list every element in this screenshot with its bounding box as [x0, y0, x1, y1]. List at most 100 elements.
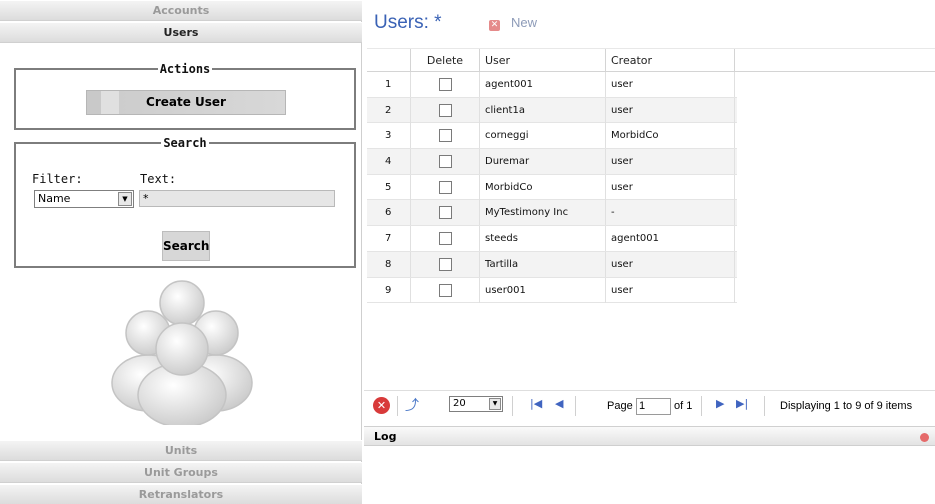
creator-cell: user [606, 251, 735, 277]
delete-checkbox[interactable] [439, 206, 452, 220]
pager-toolbar: ✕ ⤴ 20 ▼ |◀ ◀ Page 1 of 1 ▶ ▶| Displayin… [364, 390, 935, 420]
table-row[interactable]: 6 MyTestimony Inc - [367, 200, 737, 227]
row-number: 5 [367, 174, 411, 200]
last-page-icon[interactable]: ▶| [736, 397, 748, 410]
delete-cell [411, 72, 480, 97]
grid-body: 1 agent001 user 2 client1a user 3 corneggi Morbi… [367, 72, 737, 304]
first-page-icon[interactable]: |◀ [530, 397, 542, 410]
splitter-handle[interactable] [364, 421, 935, 425]
delete-checkbox[interactable] [439, 257, 452, 271]
delete-icon[interactable]: ✕ [373, 397, 390, 414]
delete-cell [411, 277, 480, 303]
title-bar: Users: * ✕ New [364, 0, 935, 47]
row-number: 9 [367, 277, 411, 303]
row-number: 8 [367, 251, 411, 277]
left-panel: Accounts Users Actions Create User Searc… [0, 0, 362, 504]
separator [397, 396, 398, 416]
accordion-unit-groups[interactable]: Unit Groups [0, 462, 362, 483]
separator [701, 396, 702, 416]
creator-cell: user [606, 174, 735, 200]
users-grid: Delete User Creator 1 agent001 user 2 client… [367, 48, 935, 304]
table-row[interactable]: 5 MorbidCo user [367, 174, 737, 201]
creator-cell: user [606, 149, 735, 175]
page-size-select[interactable]: 20 ▼ [449, 396, 503, 412]
chevron-down-icon[interactable]: ▼ [489, 398, 501, 410]
user-cell[interactable]: Tartilla [480, 251, 606, 277]
collapse-icon[interactable] [920, 433, 929, 442]
log-header: Log [364, 426, 935, 446]
log-title: Log [374, 430, 397, 443]
delete-checkbox[interactable] [439, 78, 452, 91]
search-legend: Search [163, 136, 207, 150]
main-panel: Users: * ✕ New Delete User Creator 1 agen… [364, 0, 935, 504]
next-page-icon[interactable]: ▶ [716, 397, 724, 410]
search-text-input[interactable]: * [139, 190, 335, 207]
actions-legend: Actions [159, 62, 211, 76]
table-row[interactable]: 4 Duremar user [367, 149, 737, 175]
delete-checkbox[interactable] [439, 155, 452, 169]
table-row[interactable]: 8 Tartilla user [367, 251, 737, 278]
row-number: 6 [367, 200, 411, 226]
delete-cell [411, 200, 480, 226]
creator-cell: MorbidCo [606, 123, 735, 149]
creator-cell: - [606, 200, 735, 226]
delete-cell [411, 174, 480, 200]
creator-cell: user [606, 97, 735, 123]
new-button[interactable]: New [511, 15, 537, 30]
table-row[interactable]: 2 client1a user [367, 97, 737, 124]
filter-select[interactable]: Name ▼ [34, 190, 134, 208]
column-header-delete[interactable]: Delete [411, 49, 480, 73]
page-number-input[interactable]: 1 [636, 398, 671, 415]
user-cell[interactable]: agent001 [480, 72, 606, 97]
row-number: 7 [367, 226, 411, 252]
row-number: 4 [367, 149, 411, 175]
table-row[interactable]: 3 corneggi MorbidCo [367, 123, 737, 150]
page-label: Page [607, 400, 633, 412]
users-group-icon [111, 280, 253, 425]
row-number-header [367, 49, 411, 73]
creator-cell: user [606, 72, 735, 97]
new-icon[interactable]: ✕ [489, 20, 500, 31]
search-button[interactable]: Search [162, 231, 210, 261]
create-user-button[interactable]: Create User [86, 90, 286, 115]
delete-cell [411, 251, 480, 277]
row-number: 1 [367, 72, 411, 97]
text-label: Text: [140, 172, 177, 186]
creator-cell: agent001 [606, 226, 735, 252]
delete-checkbox[interactable] [439, 129, 452, 143]
delete-cell [411, 123, 480, 149]
creator-cell: user [606, 277, 735, 303]
table-row[interactable]: 9 user001 user [367, 277, 737, 304]
delete-checkbox[interactable] [439, 283, 452, 297]
search-panel: Search Filter: Text: Name ▼ * Search [14, 136, 356, 268]
user-cell[interactable]: Duremar [480, 149, 606, 175]
sort-icon[interactable]: ⤴ [405, 395, 419, 415]
prev-page-icon[interactable]: ◀ [555, 397, 563, 410]
separator [764, 396, 765, 416]
user-cell[interactable]: user001 [480, 277, 606, 303]
filter-label: Filter: [32, 172, 83, 186]
table-row[interactable]: 7 steeds agent001 [367, 226, 737, 252]
user-cell[interactable]: corneggi [480, 123, 606, 149]
column-header-user[interactable]: User [480, 49, 606, 73]
table-row[interactable]: 1 agent001 user [367, 72, 737, 98]
accordion-retranslators[interactable]: Retranslators [0, 484, 362, 504]
user-cell[interactable]: client1a [480, 97, 606, 123]
chevron-down-icon[interactable]: ▼ [118, 192, 132, 206]
filter-value: Name [38, 192, 71, 205]
delete-checkbox[interactable] [439, 232, 452, 246]
delete-checkbox[interactable] [439, 180, 452, 194]
page-title: Users: * [374, 12, 442, 33]
accordion-users[interactable]: Users [0, 22, 362, 43]
accordion-accounts[interactable]: Accounts [0, 0, 362, 21]
user-cell[interactable]: MorbidCo [480, 174, 606, 200]
user-cell[interactable]: steeds [480, 226, 606, 252]
page-count-label: of 1 [674, 400, 693, 412]
column-header-creator[interactable]: Creator [606, 49, 735, 73]
accordion-units[interactable]: Units [0, 440, 362, 461]
user-cell[interactable]: MyTestimony Inc [480, 200, 606, 226]
row-number: 2 [367, 97, 411, 123]
delete-checkbox[interactable] [439, 103, 452, 117]
delete-cell [411, 97, 480, 123]
grid-header: Delete User Creator [367, 48, 935, 73]
